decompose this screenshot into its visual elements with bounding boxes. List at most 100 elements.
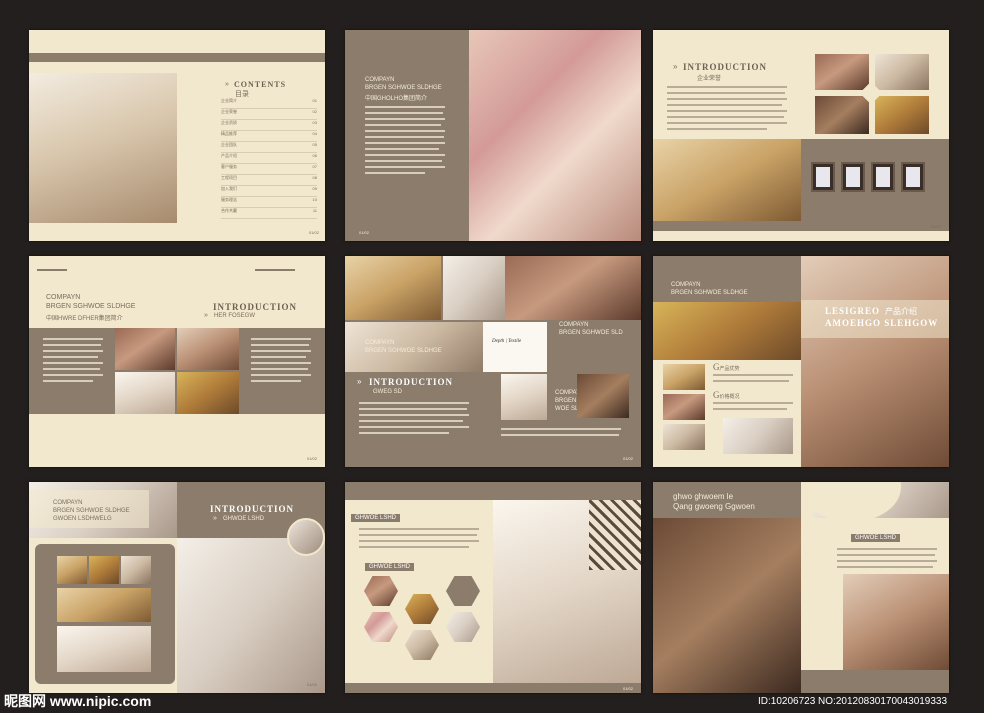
spread-honors: » INTRODUCTION 企业荣誉 01/02 [653,30,949,241]
body-text-line [365,166,445,168]
corridor-bedroom-photo [29,73,177,223]
body-text-line [43,362,103,364]
intro-sub: HER FOSEGW [214,313,256,319]
thumb-2 [89,556,119,584]
round-photo [287,518,325,556]
body-text-line [667,128,767,130]
heading-line2: BRGEN SGHWOE SLDHGE [53,508,130,514]
heading-cn: 中国GHOLHO集团简介 [365,96,428,102]
body-text-line [359,420,463,422]
body-text-line [359,432,449,434]
certificate-4 [901,162,925,192]
body-text-line [359,528,479,530]
toc-item: 加入我们 09 [221,186,317,197]
body-text-line [43,380,93,382]
body-text-line [667,104,782,106]
body-text-line [365,160,442,162]
body-text-line [667,98,787,100]
body-text-line [359,402,469,404]
toc-item: 企业简介 01 [221,98,317,109]
chandelier-bedroom-photo [801,256,949,467]
intro-title: INTRODUCTION [210,504,295,514]
page-number: 01/02 [308,230,319,235]
gold-headboard-photo [653,302,801,360]
bed-preview-photo [723,418,793,454]
top-rule-right [255,269,295,271]
title-line2: Qang gwoeng Ggwoen [673,502,755,511]
body-text-line [667,116,784,118]
bed-photo-3 [115,372,175,414]
gold-bed-photo [653,139,801,221]
body-text-line [251,380,301,382]
right-heading2: BRGEN SGHWOE SLD [559,330,623,336]
intro-arrow-icon: » [357,377,362,386]
body-text-line [501,428,621,430]
image-id: ID:10206723 NO:20120830170043019333 [758,696,948,707]
spread-introduction-2: Depth | Textile COMPAYN BRGEN SGHWOE SLD… [345,256,641,467]
hex-photo-2 [405,594,439,624]
section-tag-2: GHWOE LSHD [365,563,415,571]
body-text-line [365,130,445,132]
body-text-line [365,136,444,138]
small-bed-photo [577,374,629,418]
page-number: 01/02 [306,456,317,461]
toc-list: 企业简介 01 企业荣誉 02 企业资质 03 精品推荐 04 企业团队 05 产品介绍 0… [221,98,317,219]
body-text-line [43,338,103,340]
page-number: 01/02 [359,230,370,235]
bed-photo-2 [177,328,239,370]
intro-title: INTRODUCTION [683,62,768,72]
toc-item: 产品介绍 06 [221,153,317,164]
hex-photo-4 [446,612,480,642]
watermark: 昵图网 www.nipic.com [4,693,152,709]
body-text-line [365,172,425,174]
body-text-line [667,92,785,94]
certificate-2 [841,162,865,192]
hex-solid [446,576,480,606]
body-text-line [501,434,619,436]
page-number: 01/02 [306,682,317,687]
body-text-line [359,546,469,548]
body-text-line [359,534,477,536]
heading-line1: COMPAYN [53,500,83,506]
label-card [483,322,547,372]
body-text-line [43,350,103,352]
folded-pillow-photo [505,256,641,320]
toc-item: 服务理念 10 [221,197,317,208]
toc-item: 合作共赢 11 [221,208,317,219]
product-title-cn: 产品介绍 [885,307,917,316]
certificate-3 [871,162,895,192]
heading-line2: BRGEN SGHWOE SLDHGE [365,348,442,354]
intro-cn: 企业荣誉 [697,76,722,82]
thumb-1 [57,556,87,584]
body-text-line [43,344,101,346]
intro-title: INTRODUCTION [369,377,454,387]
thumb-1 [663,364,705,390]
spread-products: COMPAYN BRGEN SGHWOE SLDHGE LESIGREO 产品介… [653,256,949,467]
body-text-line [667,110,787,112]
contents-title: CONTENTS [234,80,287,89]
bottom-band [801,670,949,693]
lamp-bedroom-photo [843,574,949,670]
body-text-line [667,122,787,124]
hex-photo-1 [364,576,398,606]
top-band [29,53,325,62]
bottom-band [345,683,641,693]
thumb-2 [663,394,705,420]
body-text-line [251,356,306,358]
g-mark-2: G价格概况 [713,390,740,400]
bedroom-photo [345,322,493,372]
spread-final: ghwo ghwoem le Qang gwoeng Ggwoen GHWOE … [653,482,949,693]
intro-arrows: » [213,515,217,522]
heading-line1: COMPAYN [46,294,81,301]
floral-bed-photo [469,30,641,241]
jacquard-bed-photo [345,256,441,320]
body-text-line [43,368,100,370]
body-text-line [365,106,445,108]
body-text-line [359,414,469,416]
body-text-line [251,374,311,376]
body-text-line [365,154,445,156]
heading-line1: COMPAYN [365,77,395,83]
contents-arrow-icon: » [225,81,229,88]
hex-photo-5 [405,630,439,660]
title-line1: ghwo ghwoem le [673,492,734,501]
